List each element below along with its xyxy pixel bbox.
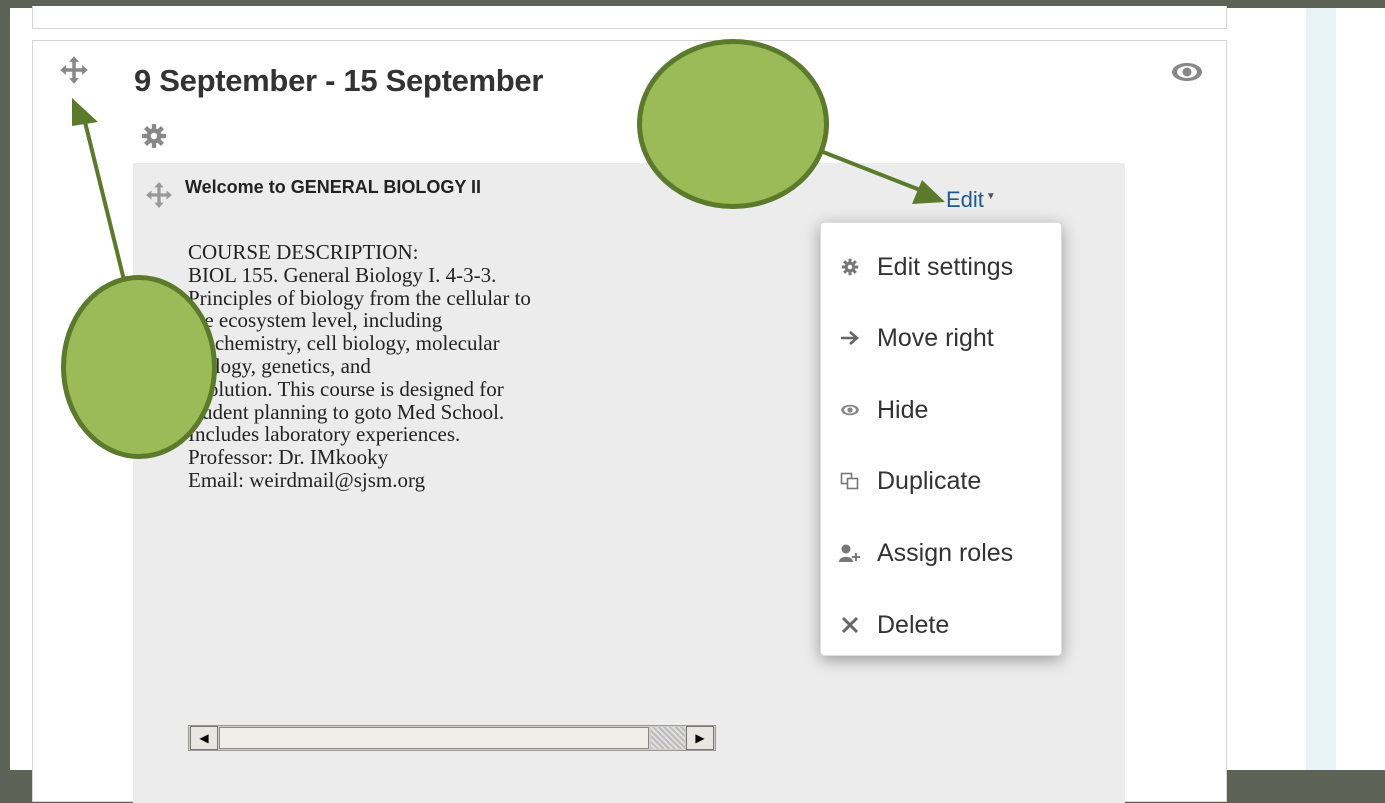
annotation-arrow-line [817,148,921,192]
annotation-arrowhead [912,180,945,204]
annotation-arrow-line [82,117,126,281]
annotation-arrowhead [72,98,98,126]
annotation-circle-edit [637,39,829,209]
annotation-circle-move [61,275,217,459]
